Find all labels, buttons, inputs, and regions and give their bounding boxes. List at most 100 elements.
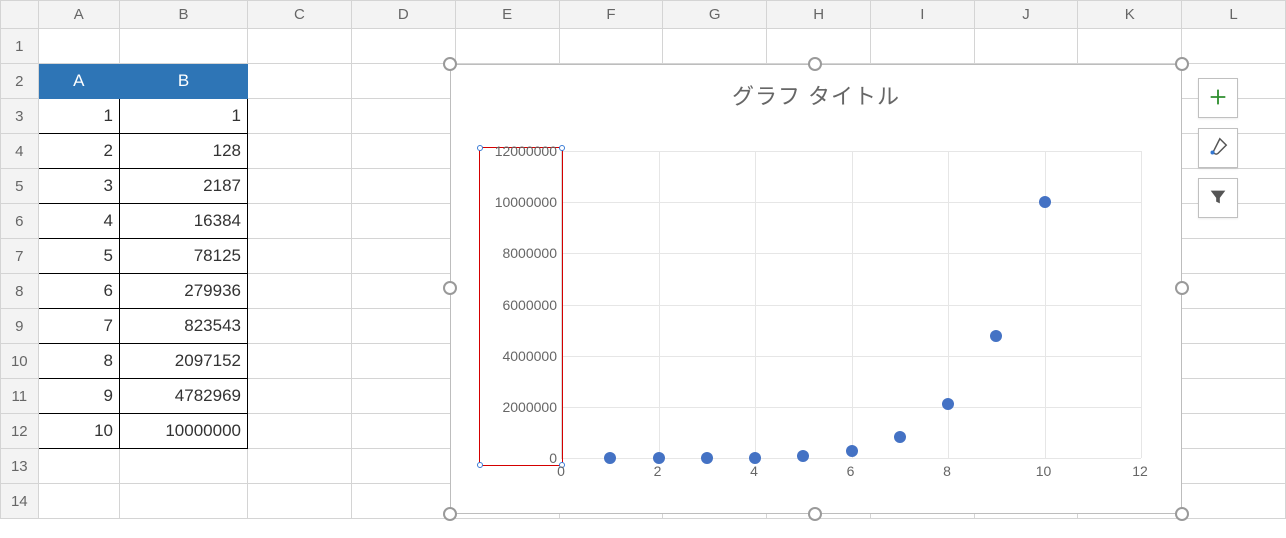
row-header-4[interactable]: 4 — [1, 134, 39, 169]
cell[interactable] — [247, 274, 351, 309]
x-axis-tick-label[interactable]: 2 — [654, 463, 662, 479]
cell[interactable] — [351, 449, 455, 484]
data-point[interactable] — [701, 452, 713, 464]
x-axis-tick-label[interactable]: 6 — [847, 463, 855, 479]
table-cell[interactable]: 9 — [38, 379, 119, 414]
col-header-C[interactable]: C — [247, 1, 351, 29]
cell[interactable] — [455, 29, 559, 64]
cell[interactable] — [1182, 239, 1286, 274]
row-header-14[interactable]: 14 — [1, 484, 39, 519]
cell[interactable] — [247, 484, 351, 519]
chart-elements-button[interactable] — [1198, 78, 1238, 118]
y-axis-tick-label[interactable]: 8000000 — [477, 245, 557, 261]
cell[interactable] — [247, 239, 351, 274]
row-header-9[interactable]: 9 — [1, 309, 39, 344]
cell[interactable] — [351, 309, 455, 344]
cell[interactable] — [1182, 414, 1286, 449]
table-cell[interactable]: 4782969 — [120, 379, 248, 414]
row-header-2[interactable]: 2 — [1, 64, 39, 99]
cell[interactable] — [247, 29, 351, 64]
data-point[interactable] — [604, 452, 616, 464]
table-cell[interactable]: 1 — [120, 99, 248, 134]
chart-title[interactable]: グラフ タイトル — [451, 65, 1181, 117]
table-cell[interactable]: 8 — [38, 344, 119, 379]
data-point[interactable] — [942, 398, 954, 410]
cell[interactable] — [247, 449, 351, 484]
cell[interactable] — [351, 379, 455, 414]
col-header-E[interactable]: E — [455, 1, 559, 29]
row-header-12[interactable]: 12 — [1, 414, 39, 449]
col-header-I[interactable]: I — [871, 1, 975, 29]
cell[interactable] — [351, 344, 455, 379]
table-cell[interactable]: 6 — [38, 274, 119, 309]
cell[interactable] — [663, 29, 767, 64]
object-handle[interactable] — [808, 507, 822, 521]
object-handle[interactable] — [808, 57, 822, 71]
x-axis-tick-label[interactable]: 4 — [750, 463, 758, 479]
cell[interactable] — [1182, 29, 1286, 64]
object-handle[interactable] — [443, 57, 457, 71]
row-header-6[interactable]: 6 — [1, 204, 39, 239]
col-header-L[interactable]: L — [1182, 1, 1286, 29]
cell[interactable] — [871, 29, 975, 64]
cell[interactable] — [1182, 484, 1286, 519]
cell[interactable] — [247, 64, 351, 99]
cell[interactable] — [351, 29, 455, 64]
cell[interactable] — [351, 204, 455, 239]
row-header-8[interactable]: 8 — [1, 274, 39, 309]
y-axis-tick-label[interactable]: 10000000 — [477, 194, 557, 210]
cell[interactable] — [247, 344, 351, 379]
y-axis-tick-label[interactable]: 4000000 — [477, 348, 557, 364]
col-header-H[interactable]: H — [767, 1, 871, 29]
cell[interactable] — [120, 29, 248, 64]
cell[interactable] — [1182, 274, 1286, 309]
cell[interactable] — [351, 169, 455, 204]
object-handle[interactable] — [1175, 507, 1189, 521]
cell[interactable] — [1182, 379, 1286, 414]
table-cell[interactable]: 128 — [120, 134, 248, 169]
table-cell[interactable]: 7 — [38, 309, 119, 344]
table-cell[interactable]: 4 — [38, 204, 119, 239]
cell[interactable] — [351, 274, 455, 309]
x-axis-tick-label[interactable]: 0 — [557, 463, 565, 479]
table-cell[interactable]: 279936 — [120, 274, 248, 309]
chart-object[interactable]: グラフ タイトル 0200000040000006000000800000010… — [450, 64, 1182, 514]
col-header-D[interactable]: D — [351, 1, 455, 29]
col-header-F[interactable]: F — [559, 1, 663, 29]
data-point[interactable] — [749, 452, 761, 464]
data-point[interactable] — [990, 330, 1002, 342]
row-header-7[interactable]: 7 — [1, 239, 39, 274]
cell[interactable] — [247, 309, 351, 344]
table-cell[interactable]: 16384 — [120, 204, 248, 239]
data-point[interactable] — [846, 445, 858, 457]
y-axis-tick-label[interactable]: 2000000 — [477, 399, 557, 415]
chart-filter-button[interactable] — [1198, 178, 1238, 218]
col-header-G[interactable]: G — [663, 1, 767, 29]
y-axis-tick-label[interactable]: 0 — [477, 450, 557, 466]
x-axis-tick-label[interactable]: 8 — [943, 463, 951, 479]
row-header-1[interactable]: 1 — [1, 29, 39, 64]
cell[interactable] — [351, 99, 455, 134]
cell[interactable] — [247, 169, 351, 204]
cell[interactable] — [247, 99, 351, 134]
col-header-K[interactable]: K — [1078, 1, 1182, 29]
table-cell[interactable]: 2097152 — [120, 344, 248, 379]
row-header-11[interactable]: 11 — [1, 379, 39, 414]
cell[interactable] — [1182, 344, 1286, 379]
select-all-corner[interactable] — [1, 1, 39, 29]
object-handle[interactable] — [1175, 57, 1189, 71]
cell[interactable] — [120, 484, 248, 519]
cell[interactable] — [120, 449, 248, 484]
cell[interactable] — [1182, 449, 1286, 484]
object-handle[interactable] — [443, 281, 457, 295]
row-header-13[interactable]: 13 — [1, 449, 39, 484]
table-header-B[interactable]: B — [120, 64, 248, 99]
row-header-5[interactable]: 5 — [1, 169, 39, 204]
table-header-A[interactable]: A — [38, 64, 119, 99]
object-handle[interactable] — [1175, 281, 1189, 295]
col-header-B[interactable]: B — [120, 1, 248, 29]
table-cell[interactable]: 5 — [38, 239, 119, 274]
row-header-10[interactable]: 10 — [1, 344, 39, 379]
data-point[interactable] — [797, 450, 809, 462]
cell[interactable] — [559, 29, 663, 64]
